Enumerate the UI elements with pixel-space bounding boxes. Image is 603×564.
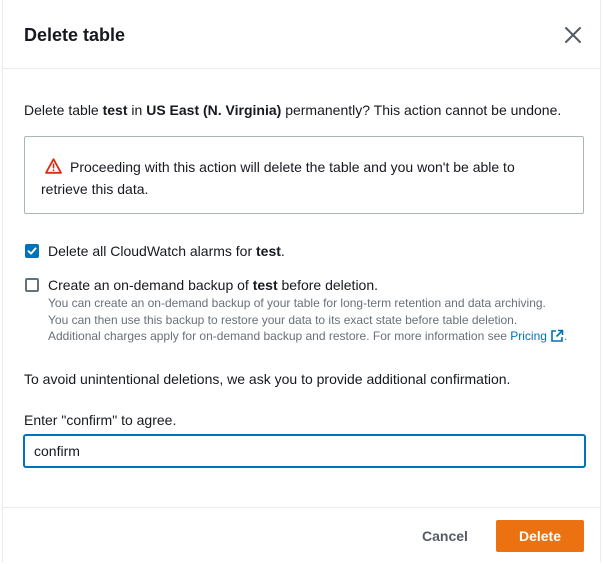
create-backup-checkbox[interactable]: [25, 278, 39, 292]
external-link-icon[interactable]: [550, 329, 564, 343]
backup-desc-line-3-text: Additional charges apply for on-demand b…: [48, 329, 511, 343]
prompt-prefix: Delete table: [24, 102, 103, 118]
delete-prompt: Delete table test in US East (N. Virgini…: [24, 101, 561, 119]
backup-table-name: test: [252, 277, 278, 293]
confirmation-note: To avoid unintentional deletions, we ask…: [24, 371, 511, 387]
delete-alarms-label[interactable]: Delete all CloudWatch alarms for test.: [48, 242, 285, 260]
alarms-table-name: test: [256, 243, 281, 259]
backup-description: You can create an on-demand backup of yo…: [48, 295, 593, 345]
prompt-suffix: permanently? This action cannot be undon…: [281, 102, 562, 118]
backup-desc-line-1: You can create an on-demand backup of yo…: [48, 296, 546, 310]
confirm-input-label: Enter "confirm" to agree.: [24, 412, 177, 428]
backup-desc-end: .: [563, 329, 568, 343]
dialog-header: Delete table: [3, 0, 600, 69]
close-icon[interactable]: [564, 26, 582, 44]
alarms-label-suffix: .: [280, 243, 285, 259]
delete-alarms-checkbox[interactable]: [25, 244, 39, 258]
warning-alert: Proceeding with this action will delete …: [24, 136, 584, 214]
backup-label-suffix: before deletion.: [277, 277, 379, 293]
pricing-link[interactable]: Pricing: [510, 329, 547, 343]
confirm-input[interactable]: [24, 435, 585, 467]
dialog-title: Delete table: [24, 25, 126, 45]
delete-table-dialog: Delete table Delete table test in US Eas…: [2, 0, 601, 562]
cancel-button[interactable]: Cancel: [412, 520, 478, 552]
backup-label-prefix: Create an on-demand backup of: [48, 277, 253, 293]
create-backup-label[interactable]: Create an on-demand backup of test befor…: [48, 276, 378, 294]
delete-button[interactable]: Delete: [496, 520, 584, 552]
dialog-footer: Cancel Delete: [3, 507, 600, 563]
backup-desc-line-2: You can then use this backup to restore …: [48, 312, 518, 327]
prompt-middle: in: [127, 102, 147, 118]
backup-desc-line-3: Additional charges apply for on-demand b…: [48, 328, 593, 345]
warning-text: Proceeding with this action will delete …: [41, 159, 515, 197]
alarms-label-prefix: Delete all CloudWatch alarms for: [48, 243, 257, 259]
prompt-region: US East (N. Virginia): [146, 102, 282, 118]
prompt-table-name: test: [102, 102, 128, 118]
